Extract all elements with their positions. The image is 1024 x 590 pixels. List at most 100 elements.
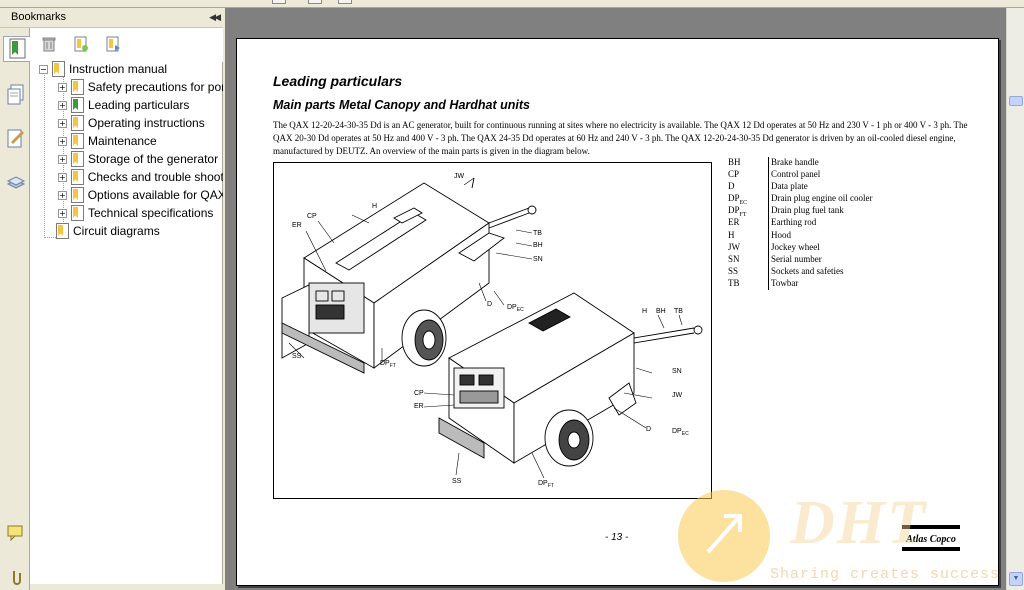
comments-icon[interactable]: [4, 520, 28, 546]
legend-description: Jockey wheel: [768, 241, 820, 254]
legend-row: H Hood: [728, 229, 872, 242]
label-dp-ec: DPEC: [507, 304, 524, 313]
expand-toggle[interactable]: +: [58, 172, 67, 182]
bookmark-label: Circuit diagrams: [73, 224, 160, 238]
bookmark-checks-troubleshooting[interactable]: + Checks and trouble shooting: [58, 168, 223, 186]
bookmark-technical-specifications[interactable]: + Technical specifications: [58, 204, 223, 222]
bookmark-storage[interactable]: + Storage of the generator: [58, 150, 223, 168]
label-jw: JW: [454, 173, 465, 180]
collapse-toggle[interactable]: −: [39, 64, 48, 74]
bookmarks-toolbar: [30, 28, 223, 62]
label-h: H: [372, 203, 377, 210]
legend-description: Towbar: [768, 277, 798, 291]
bookmark-label: Safety precautions for portable generato…: [87, 80, 223, 94]
bookmarks-icon[interactable]: [3, 36, 31, 62]
bookmark-icon: [71, 205, 84, 221]
signatures-icon[interactable]: [4, 126, 28, 152]
legend-code: ER: [728, 217, 740, 228]
label-er-front: ER: [414, 403, 424, 410]
legend-row: DPFT Drain plug fuel tank: [728, 205, 872, 219]
bookmark-label: Operating instructions: [88, 116, 205, 130]
label-tb: TB: [533, 230, 542, 237]
bookmark-label: Options available for QAX: [87, 188, 223, 202]
page-subheading: Main parts Metal Canopy and Hardhat unit…: [273, 98, 530, 112]
label-dp-ft-front: DPFT: [538, 480, 554, 489]
scroll-thumb[interactable]: [1009, 96, 1023, 106]
toolbar-button[interactable]: [308, 0, 322, 4]
watermark-tagline: Sharing creates success: [770, 566, 1001, 583]
bookmark-icon: [71, 97, 84, 113]
expand-toggle[interactable]: +: [58, 118, 67, 128]
legend-code: CP: [728, 169, 740, 180]
label-sn-front: SN: [672, 368, 682, 375]
legend-row: BH Brake handle: [728, 157, 872, 170]
bookmark-icon: [70, 187, 84, 203]
bookmarks-scrollbar[interactable]: [30, 584, 223, 590]
expand-toggle[interactable]: +: [58, 208, 67, 218]
attachments-icon[interactable]: [4, 564, 28, 590]
panel-title: Bookmarks: [11, 11, 67, 23]
bookmark-label: Leading particulars: [88, 98, 190, 112]
legend-code: D: [728, 181, 735, 192]
legend-code: SS: [728, 265, 739, 276]
expand-toggle[interactable]: +: [58, 154, 67, 164]
bookmark-icon: [71, 133, 84, 149]
document-scrollbar[interactable]: ▼: [1006, 8, 1024, 590]
label-jw-front: JW: [672, 392, 683, 399]
expand-toggle[interactable]: +: [58, 190, 67, 200]
bookmark-circuit-diagrams[interactable]: Circuit diagrams: [56, 222, 160, 240]
new-bookmark-icon[interactable]: [72, 35, 92, 53]
bookmark-icon: [71, 115, 84, 131]
bookmark-maintenance[interactable]: + Maintenance: [58, 132, 223, 150]
legend-code: BH: [728, 157, 741, 167]
bookmark-icon: [56, 223, 69, 239]
label-er: ER: [292, 222, 302, 229]
legend-description: Drain plug engine oil cooler: [768, 193, 872, 206]
legend-description: Drain plug fuel tank: [768, 205, 844, 218]
legend-row: CP Control panel: [728, 169, 872, 182]
layers-icon[interactable]: [4, 170, 28, 196]
legend-description: Earthing rod: [768, 217, 816, 230]
bookmark-options[interactable]: + Options available for QAX: [58, 186, 223, 204]
expand-bookmark-icon[interactable]: [104, 35, 124, 53]
label-cp: CP: [307, 213, 317, 220]
scroll-down-icon[interactable]: ▼: [1009, 572, 1023, 586]
pages-icon[interactable]: [4, 82, 28, 108]
legend-code: SN: [728, 253, 740, 264]
legend-row: DPEC Drain plug engine oil cooler: [728, 193, 872, 206]
bookmark-label: Technical specifications: [88, 206, 214, 220]
legend-description: Hood: [768, 229, 791, 242]
legend-row: SS Sockets and safeties: [728, 265, 872, 278]
bookmark-operating-instructions[interactable]: + Operating instructions: [58, 114, 223, 132]
label-cp-front: CP: [414, 390, 424, 397]
expand-toggle[interactable]: +: [58, 82, 67, 92]
expand-toggle[interactable]: +: [58, 136, 67, 146]
navigation-rail: [0, 8, 31, 590]
bookmark-label: Instruction manual: [69, 62, 168, 76]
legend-code: JW: [728, 241, 740, 252]
expand-toggle[interactable]: +: [58, 100, 67, 110]
delete-icon[interactable]: [40, 35, 60, 53]
label-sn: SN: [533, 256, 543, 263]
legend-description: Sockets and safeties: [768, 265, 843, 278]
watermark-circle: [678, 490, 770, 582]
legend-code: DPFT: [728, 205, 747, 219]
bookmark-safety-precautions[interactable]: + Safety precautions for portable genera…: [58, 78, 223, 96]
legend-description: Control panel: [768, 169, 820, 182]
bookmark-icon: [70, 79, 84, 95]
page-number: - 13 -: [605, 532, 629, 543]
pdf-viewer-window: Bookmarks ◀◀ − Instruction manual + Safe…: [0, 0, 1024, 590]
legend-row: JW Jockey wheel: [728, 241, 872, 254]
legend-row: ER Earthing rod: [728, 217, 872, 230]
label-ss: SS: [292, 353, 302, 360]
bookmark-icon: [70, 169, 84, 185]
intro-paragraph: The QAX 12-20-24-30-35 Dd is an AC gener…: [273, 120, 968, 156]
toolbar-button[interactable]: [338, 0, 352, 4]
collapse-panel-icon[interactable]: ◀◀: [209, 12, 221, 23]
bookmark-leading-particulars[interactable]: + Leading particulars: [58, 96, 223, 114]
legend-description: Brake handle: [768, 157, 819, 170]
legend-row: SN Serial number: [728, 253, 872, 266]
toolbar-button[interactable]: [272, 0, 286, 4]
label-dp-ec-front: DPEC: [672, 428, 689, 437]
bookmark-instruction-manual[interactable]: − Instruction manual: [39, 60, 167, 78]
